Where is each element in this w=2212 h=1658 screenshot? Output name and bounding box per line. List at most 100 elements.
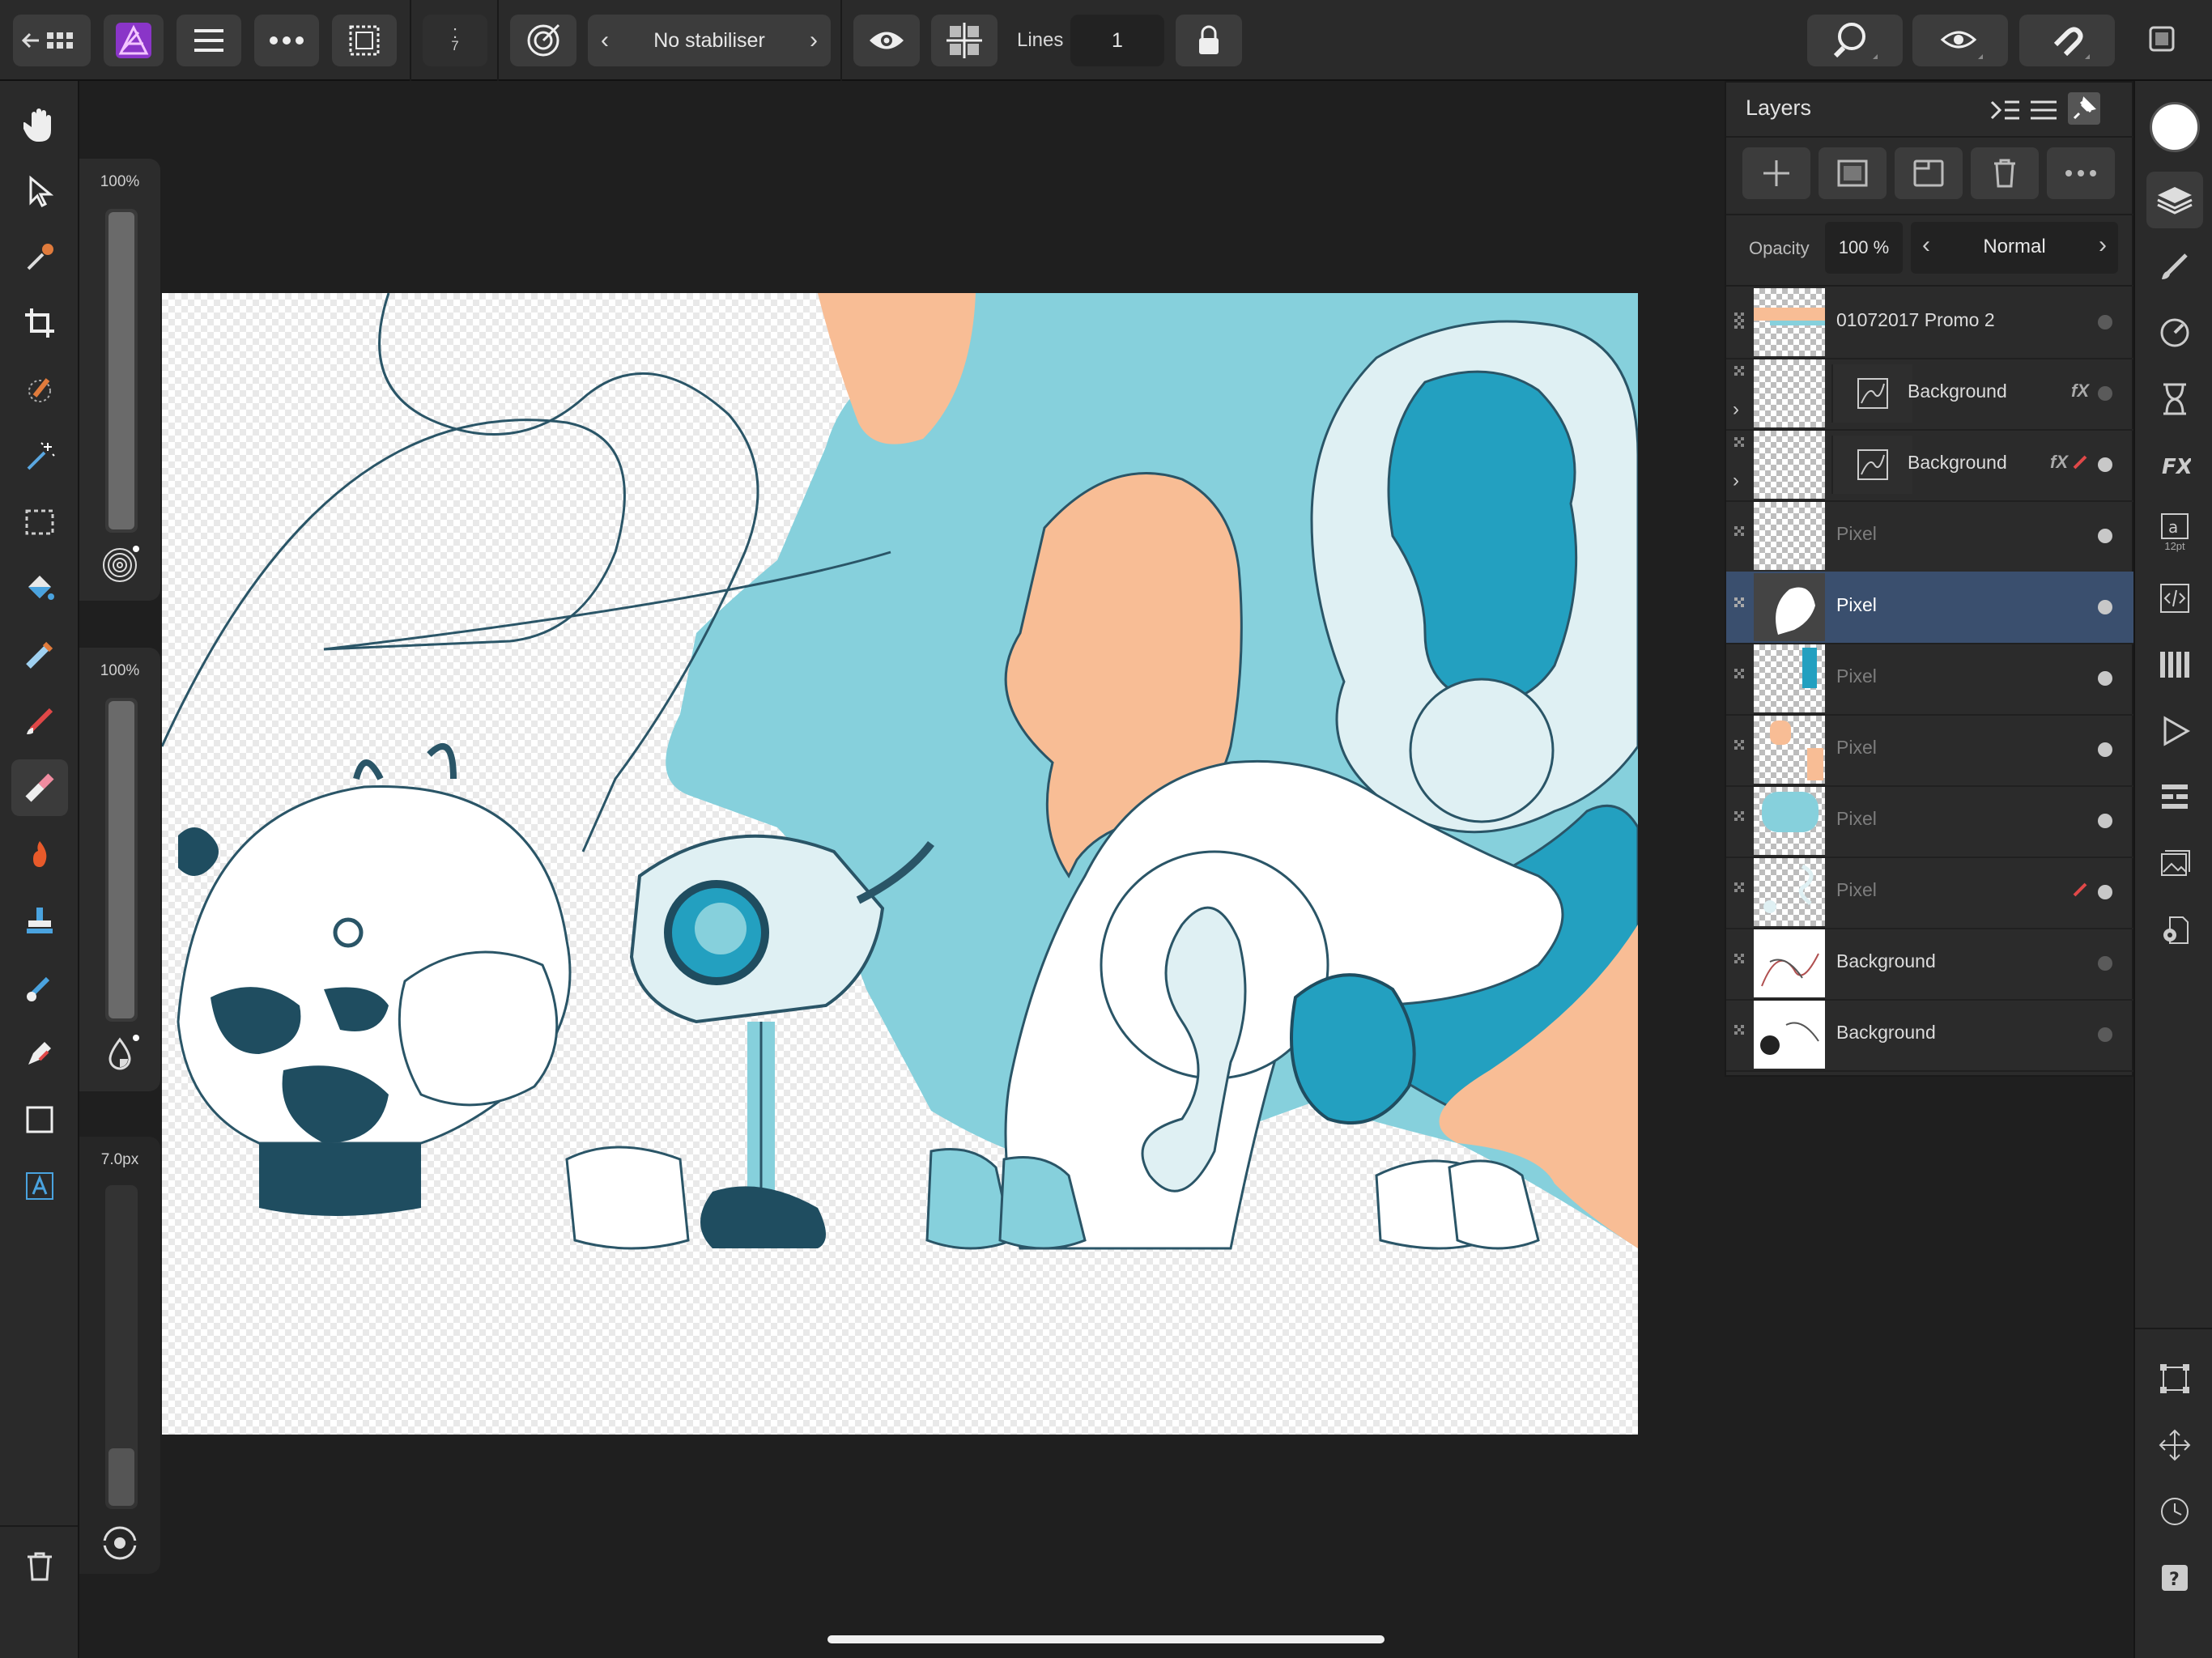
stabiliser-prev-icon[interactable]: ‹ [601,27,609,54]
layer-row-selected[interactable]: Pixel [1726,572,2133,644]
pixel-tool[interactable] [11,627,68,683]
back-to-gallery-button[interactable] [13,15,91,66]
brush-hardness-icon[interactable] [100,546,139,585]
visibility-dot[interactable] [2098,814,2112,828]
assistant-button[interactable] [1912,15,2008,66]
settings-studio-button[interactable] [2146,902,2203,959]
help-button[interactable]: ? [2146,1550,2203,1606]
color-swatch[interactable] [2150,102,2200,152]
zoom-button[interactable] [1807,15,1903,66]
brushes-studio-button[interactable] [2146,238,2203,295]
paint-brush-tool[interactable] [11,693,68,750]
opacity-input[interactable]: 100 % [1825,222,1903,274]
transform-button[interactable] [2146,1350,2203,1407]
layer-row[interactable]: Pixel [1726,643,2133,716]
drag-handle-icon[interactable] [1733,436,1746,455]
drag-handle-icon[interactable] [1733,738,1746,758]
panel-menu-icon[interactable] [2027,94,2060,126]
visibility-dot[interactable] [2098,315,2112,329]
brush-size-slider[interactable] [105,209,138,533]
history-button[interactable] [2146,1483,2203,1540]
text-studio-button[interactable]: a 12pt [2146,504,2203,560]
add-layer-button[interactable] [1742,147,1810,199]
visibility-dot[interactable] [2098,1027,2112,1042]
macro-studio-button[interactable] [2146,570,2203,627]
collapse-panel-icon[interactable] [1989,94,2021,126]
marquee-tool[interactable] [11,494,68,551]
text-tool[interactable] [11,1158,68,1214]
more-button[interactable] [254,15,319,66]
delete-layer-button[interactable] [1971,147,2039,199]
fullscreen-button[interactable] [2146,23,2181,58]
visibility-dot[interactable] [2098,386,2112,401]
stabiliser-selector[interactable]: ‹ No stabiliser › [588,15,831,66]
navigator-studio-button[interactable] [2146,703,2203,759]
visibility-dot[interactable] [2098,742,2112,757]
symmetry-button[interactable] [931,15,998,66]
layer-row[interactable]: Background [1726,999,2133,1072]
drag-handle-icon[interactable] [1733,952,1746,971]
smudge-tool[interactable] [11,959,68,1015]
clone-tool[interactable] [11,892,68,949]
hand-tool[interactable] [11,97,68,154]
history-studio-button[interactable] [2146,371,2203,427]
drag-handle-icon[interactable] [1733,881,1746,900]
layers-studio-button[interactable] [2146,172,2203,228]
blend-mode-selector[interactable]: ‹ Normal › [1911,222,2118,274]
expand-chevron-icon[interactable]: › [1733,470,1739,492]
visibility-dot[interactable] [2098,885,2112,899]
drag-handle-icon[interactable] [1733,667,1746,687]
delete-button[interactable] [11,1538,68,1595]
lock-button[interactable] [1176,15,1242,66]
stabiliser-next-icon[interactable]: › [810,27,818,54]
drag-handle-icon[interactable] [1733,810,1746,829]
effects-studio-button[interactable]: FX [2146,437,2203,494]
document-tabs-button[interactable]: : 7 [423,15,487,66]
adjustments-studio-button[interactable] [2146,304,2203,361]
visibility-dot[interactable] [2098,600,2112,614]
drag-handle-icon[interactable] [1733,1023,1746,1043]
layer-row[interactable]: Background [1726,928,2133,1001]
visibility-dot[interactable] [2098,671,2112,686]
erase-brush-tool[interactable] [11,759,68,816]
layer-row[interactable]: 01072017 Promo 2 [1726,287,2133,359]
dodge-tool[interactable] [11,826,68,882]
flood-select-tool[interactable] [11,427,68,484]
drag-handle-icon[interactable] [1733,525,1746,544]
fill-tool[interactable] [11,560,68,617]
stabiliser-toggle[interactable] [510,15,576,66]
shape-tool[interactable] [11,1091,68,1148]
lines-input[interactable]: 1 [1070,15,1164,66]
drag-handle-icon[interactable] [1733,364,1746,384]
layer-row[interactable]: Pixel [1726,857,2133,929]
visibility-dot[interactable] [2098,457,2112,472]
persona-button[interactable] [104,15,164,66]
mask-layer-button[interactable] [1819,147,1887,199]
layer-more-button[interactable] [2047,147,2115,199]
color-picker-tool[interactable] [11,229,68,286]
drag-handle-icon[interactable] [1733,311,1746,330]
visibility-dot[interactable] [2098,956,2112,971]
pen-tool[interactable] [11,1025,68,1082]
document-canvas[interactable] [162,293,1638,1435]
snapping-button[interactable] [2019,15,2115,66]
group-layer-button[interactable] [1895,147,1963,199]
selection-button[interactable] [332,15,397,66]
visibility-dot[interactable] [2098,529,2112,543]
move-tool[interactable] [11,163,68,219]
swatches-studio-button[interactable] [2146,636,2203,693]
expand-chevron-icon[interactable]: › [1733,398,1739,421]
brush-opacity-slider[interactable] [105,698,138,1022]
stock-studio-button[interactable] [2146,835,2203,892]
layer-row[interactable]: Pixel [1726,500,2133,573]
selection-brush-tool[interactable] [11,361,68,418]
drag-handle-icon[interactable] [1733,596,1746,615]
pressure-icon[interactable] [100,1524,139,1562]
channels-studio-button[interactable] [2146,769,2203,826]
pin-panel-icon[interactable] [2068,92,2100,125]
brush-width-slider[interactable] [105,1185,138,1509]
layer-row[interactable]: › Background fX [1726,358,2133,431]
move-button[interactable] [2146,1417,2203,1473]
crop-tool[interactable] [11,295,68,351]
home-indicator[interactable] [827,1635,1385,1643]
